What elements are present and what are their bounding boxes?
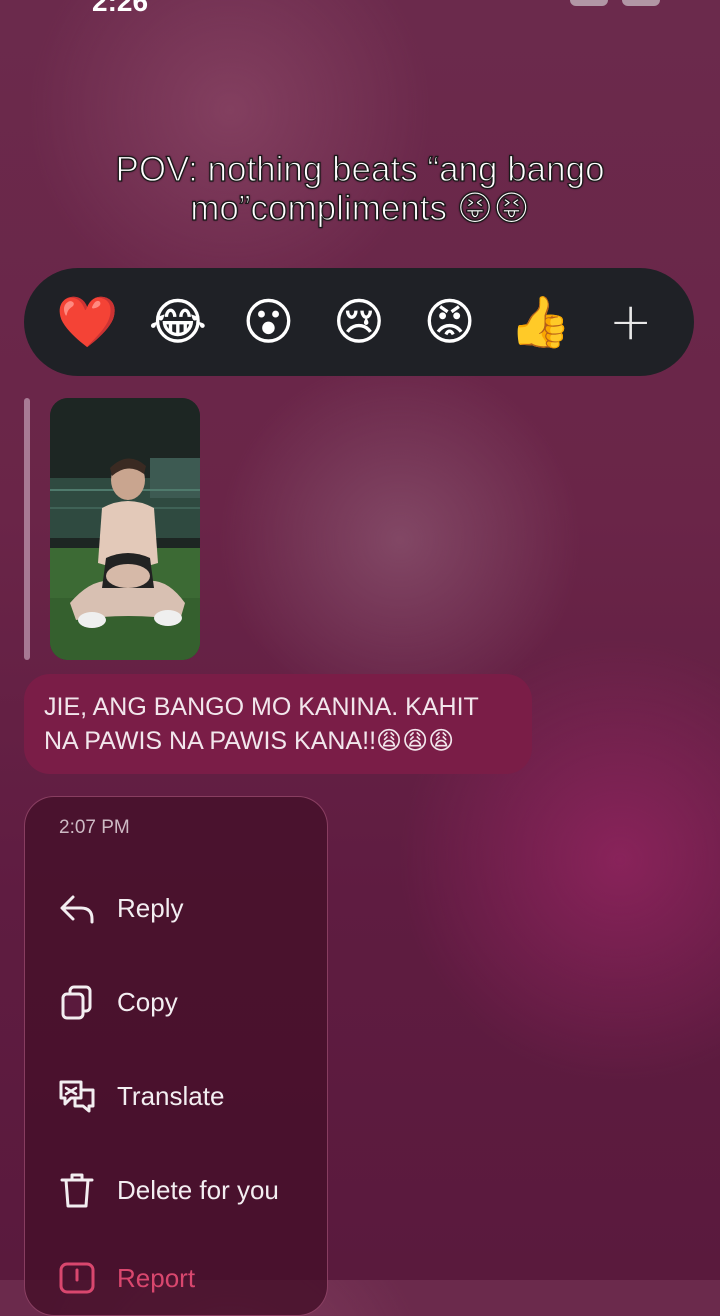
trash-icon xyxy=(60,1173,94,1208)
delete-label: Delete for you xyxy=(117,1174,279,1205)
report-menu-item[interactable]: Report xyxy=(57,1253,317,1303)
message-context-menu: 2:07 PM Reply Copy Translate Delete for … xyxy=(24,796,328,1316)
reaction-heart[interactable]: ❤️ xyxy=(55,290,119,354)
signal-icon xyxy=(570,0,608,6)
reaction-laugh[interactable]: 😂 xyxy=(146,290,210,354)
copy-icon xyxy=(61,985,92,1020)
reply-indicator-bar xyxy=(24,398,30,660)
status-bar: 2:26 xyxy=(0,0,720,17)
delete-menu-item[interactable]: Delete for you xyxy=(57,1165,317,1215)
caption-line-1: POV: nothing beats “ang bango xyxy=(115,149,605,189)
copy-label: Copy xyxy=(117,986,178,1017)
report-label: Report xyxy=(117,1262,196,1293)
translate-menu-item[interactable]: Translate xyxy=(57,1071,317,1121)
shared-photo[interactable] xyxy=(50,398,200,660)
caption-line-2: mo”compliments 😝😝 xyxy=(190,188,531,228)
battery-icon xyxy=(622,0,660,6)
reaction-angry[interactable]: 😡 xyxy=(418,290,482,354)
more-reactions-button[interactable]: + xyxy=(599,290,663,354)
reaction-sad[interactable]: 😢 xyxy=(327,290,391,354)
translate-label: Translate xyxy=(117,1080,225,1111)
report-icon xyxy=(59,1262,95,1294)
message-text-line-2: NA PAWIS NA PAWIS KANA!!😩😩😩 xyxy=(44,727,455,755)
selected-message-bubble[interactable]: JIE, ANG BANGO MO KANINA. KAHIT NA PAWIS… xyxy=(24,674,532,774)
message-text-line-1: JIE, ANG BANGO MO KANINA. KAHIT xyxy=(44,693,479,721)
reaction-bar: ❤️ 😂 😮 😢 😡 👍 + xyxy=(24,268,694,376)
reaction-thumbs-up[interactable]: 👍 xyxy=(508,290,572,354)
video-caption: POV: nothing beats “ang bango mo”complim… xyxy=(40,149,680,228)
status-icons xyxy=(570,0,660,6)
copy-menu-item[interactable]: Copy xyxy=(57,977,317,1027)
reply-menu-item[interactable]: Reply xyxy=(57,883,317,933)
reply-label: Reply xyxy=(117,892,184,923)
translate-icon xyxy=(59,1080,95,1113)
reaction-wow[interactable]: 😮 xyxy=(236,290,300,354)
reply-icon xyxy=(60,895,94,924)
status-time: 2:26 xyxy=(92,0,149,17)
photo-illustration xyxy=(50,398,200,660)
message-timestamp: 2:07 PM xyxy=(59,817,130,838)
